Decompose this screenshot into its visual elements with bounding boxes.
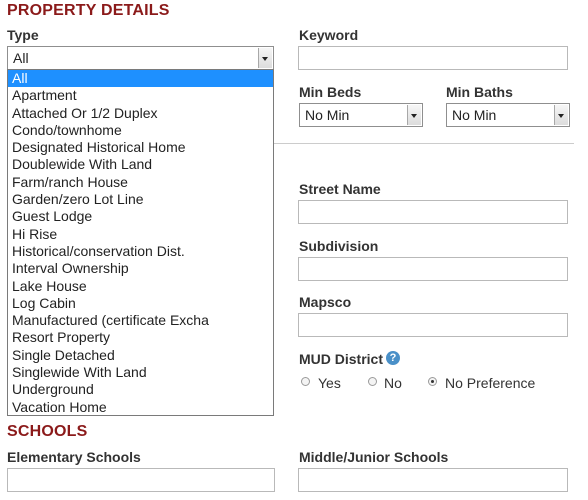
type-option[interactable]: Apartment [8, 87, 273, 104]
min-baths-value: No Min [452, 107, 497, 123]
type-option[interactable]: Attached Or 1/2 Duplex [8, 105, 273, 122]
type-select-value: All [13, 50, 29, 66]
mud-no-preference-label[interactable]: No Preference [445, 375, 535, 391]
min-beds-label: Min Beds [299, 84, 362, 100]
schools-heading: SCHOOLS [7, 423, 88, 440]
mapsco-label: Mapsco [299, 294, 352, 310]
street-name-input[interactable] [298, 200, 568, 224]
type-option[interactable]: Historical/conservation Dist. [8, 243, 273, 260]
mud-no-radio[interactable] [368, 377, 377, 386]
mud-district-label: MUD District [299, 351, 384, 367]
chevron-down-icon[interactable] [258, 48, 272, 68]
type-option[interactable]: Interval Ownership [8, 260, 273, 277]
mud-yes-label[interactable]: Yes [318, 375, 341, 391]
type-option[interactable]: Designated Historical Home [8, 139, 273, 156]
type-option[interactable]: Vacation Home [8, 399, 273, 416]
middle-schools-input[interactable] [298, 468, 568, 492]
min-beds-select[interactable]: No Min [299, 103, 423, 127]
section-divider [274, 143, 574, 144]
type-option[interactable]: Manufactured (certificate Excha [8, 312, 273, 329]
mapsco-input[interactable] [298, 313, 568, 337]
type-option[interactable]: Resort Property [8, 329, 273, 346]
type-option[interactable]: Single Detached [8, 347, 273, 364]
chevron-down-icon[interactable] [554, 105, 568, 125]
keyword-label: Keyword [299, 27, 359, 43]
type-option[interactable]: Hi Rise [8, 226, 273, 243]
type-option[interactable]: All [8, 70, 273, 88]
min-baths-select[interactable]: No Min [446, 103, 570, 127]
type-option[interactable]: Condo/townhome [8, 122, 273, 139]
type-option[interactable]: Farm/ranch House [8, 174, 273, 191]
keyword-input[interactable] [298, 46, 568, 70]
type-dropdown-list[interactable]: All Apartment Attached Or 1/2 Duplex Con… [7, 69, 274, 416]
type-option[interactable]: Log Cabin [8, 295, 273, 312]
mud-yes-radio[interactable] [301, 377, 310, 386]
help-icon[interactable]: ? [386, 351, 400, 365]
type-option[interactable]: Underground [8, 381, 273, 398]
subdivision-input[interactable] [298, 257, 568, 281]
min-baths-label: Min Baths [446, 84, 513, 100]
type-option[interactable]: Guest Lodge [8, 208, 273, 225]
type-option[interactable]: Garden/zero Lot Line [8, 191, 273, 208]
elementary-schools-label: Elementary Schools [7, 449, 141, 465]
min-beds-value: No Min [305, 107, 350, 123]
elementary-schools-input[interactable] [7, 468, 275, 492]
mud-no-preference-radio[interactable] [428, 377, 437, 386]
type-option[interactable]: Doublewide With Land [8, 156, 273, 173]
type-select[interactable]: All [7, 46, 274, 70]
type-option[interactable]: Lake House [8, 278, 273, 295]
subdivision-label: Subdivision [299, 238, 379, 254]
street-name-label: Street Name [299, 181, 381, 197]
chevron-down-icon[interactable] [407, 105, 421, 125]
type-label: Type [7, 27, 39, 43]
type-option[interactable]: Singlewide With Land [8, 364, 273, 381]
property-details-heading: PROPERTY DETAILS [7, 2, 170, 19]
mud-no-label[interactable]: No [384, 375, 402, 391]
middle-schools-label: Middle/Junior Schools [299, 449, 449, 465]
